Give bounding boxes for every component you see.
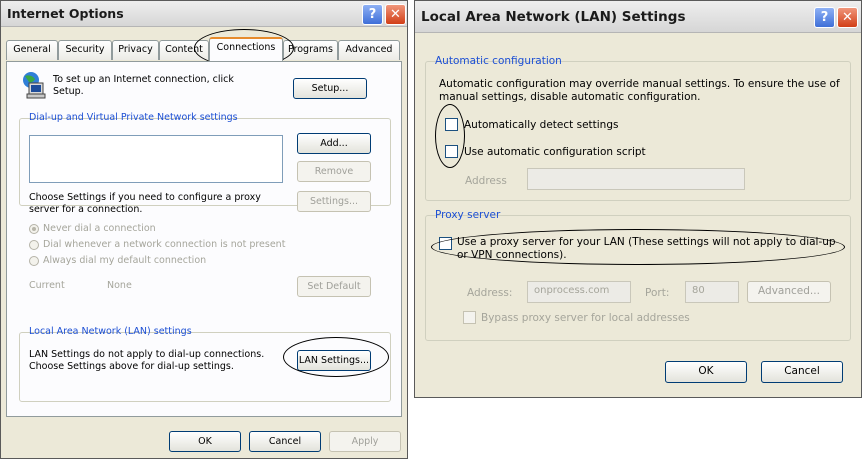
setup-description: To set up an Internet connection, click … xyxy=(53,74,234,97)
tab-programs[interactable]: Programs xyxy=(283,40,338,60)
help-icon[interactable]: ? xyxy=(814,7,835,28)
tab-connections[interactable]: Connections xyxy=(209,37,283,61)
use-proxy-label: Use a proxy server for your LAN (These s… xyxy=(457,236,836,261)
cancel-button[interactable]: Cancel xyxy=(249,431,321,452)
internet-options-window: Internet Options ? ✕ General Security Pr… xyxy=(0,0,408,459)
add-button[interactable]: Add... xyxy=(297,133,371,154)
lan-ok-button[interactable]: OK xyxy=(665,361,747,383)
network-computer-icon xyxy=(20,70,46,103)
port-field[interactable]: 80 xyxy=(685,281,739,303)
current-label: Current xyxy=(29,280,65,291)
auto-detect-label: Automatically detect settings xyxy=(464,119,619,131)
radio-always-dial-label: Always dial my default connection xyxy=(43,255,207,266)
port-label: Port: xyxy=(645,287,670,299)
settings-description: Choose Settings if you need to configure… xyxy=(29,192,261,215)
current-value: None xyxy=(107,280,132,291)
internet-options-title: Internet Options xyxy=(7,6,124,21)
bypass-local-label: Bypass proxy server for local addresses xyxy=(481,312,690,324)
set-default-button[interactable]: Set Default xyxy=(297,276,371,297)
setup-button[interactable]: Setup... xyxy=(293,78,367,99)
lan-settings-button[interactable]: LAN Settings... xyxy=(297,350,371,371)
auto-detect-checkbox[interactable] xyxy=(445,118,458,131)
proxy-address-field[interactable]: onprocess.com xyxy=(527,281,631,303)
use-proxy-checkbox[interactable] xyxy=(439,237,452,250)
close-icon[interactable]: ✕ xyxy=(385,4,406,25)
connections-list[interactable] xyxy=(29,135,283,183)
advanced-button[interactable]: Advanced... xyxy=(747,281,831,303)
radio-dial-whenever-label: Dial whenever a network connection is no… xyxy=(43,239,286,250)
proxy-server-label: Proxy server xyxy=(435,209,501,221)
help-icon[interactable]: ? xyxy=(362,4,383,25)
auto-script-label: Use automatic configuration script xyxy=(464,146,646,158)
settings-button[interactable]: Settings... xyxy=(297,191,371,212)
tab-privacy[interactable]: Privacy xyxy=(112,40,159,60)
script-address-field[interactable] xyxy=(527,168,745,190)
auto-script-checkbox[interactable] xyxy=(445,145,458,158)
tab-security[interactable]: Security xyxy=(58,40,112,60)
lan-settings-group-label: Local Area Network (LAN) settings xyxy=(29,326,192,337)
tab-general[interactable]: General xyxy=(6,40,58,60)
automatic-configuration-description: Automatic configuration may override man… xyxy=(439,78,840,103)
radio-never-dial-label: Never dial a connection xyxy=(43,223,156,234)
lan-settings-titlebar[interactable]: Local Area Network (LAN) Settings ? ✕ xyxy=(415,1,861,33)
radio-always-dial[interactable] xyxy=(29,256,39,266)
lan-settings-window: Local Area Network (LAN) Settings ? ✕ Au… xyxy=(414,0,862,398)
connections-panel: To set up an Internet connection, click … xyxy=(6,61,402,417)
tab-advanced[interactable]: Advanced xyxy=(338,40,400,60)
tab-content[interactable]: Content xyxy=(159,40,209,60)
close-icon[interactable]: ✕ xyxy=(837,7,858,28)
automatic-configuration-label: Automatic configuration xyxy=(435,55,562,67)
internet-options-titlebar[interactable]: Internet Options ? ✕ xyxy=(1,1,407,27)
bypass-local-checkbox[interactable] xyxy=(463,311,476,324)
remove-button[interactable]: Remove xyxy=(297,161,371,182)
proxy-address-label: Address: xyxy=(467,287,513,299)
script-address-label: Address xyxy=(465,175,507,187)
lan-settings-title: Local Area Network (LAN) Settings xyxy=(421,9,686,25)
apply-button[interactable]: Apply xyxy=(329,431,401,452)
radio-never-dial[interactable] xyxy=(29,224,39,234)
lan-cancel-button[interactable]: Cancel xyxy=(761,361,843,383)
radio-dial-whenever[interactable] xyxy=(29,240,39,250)
ok-button[interactable]: OK xyxy=(169,431,241,452)
dialup-vpn-group-label: Dial-up and Virtual Private Network sett… xyxy=(29,112,238,123)
lan-description: LAN Settings do not apply to dial-up con… xyxy=(29,349,265,372)
